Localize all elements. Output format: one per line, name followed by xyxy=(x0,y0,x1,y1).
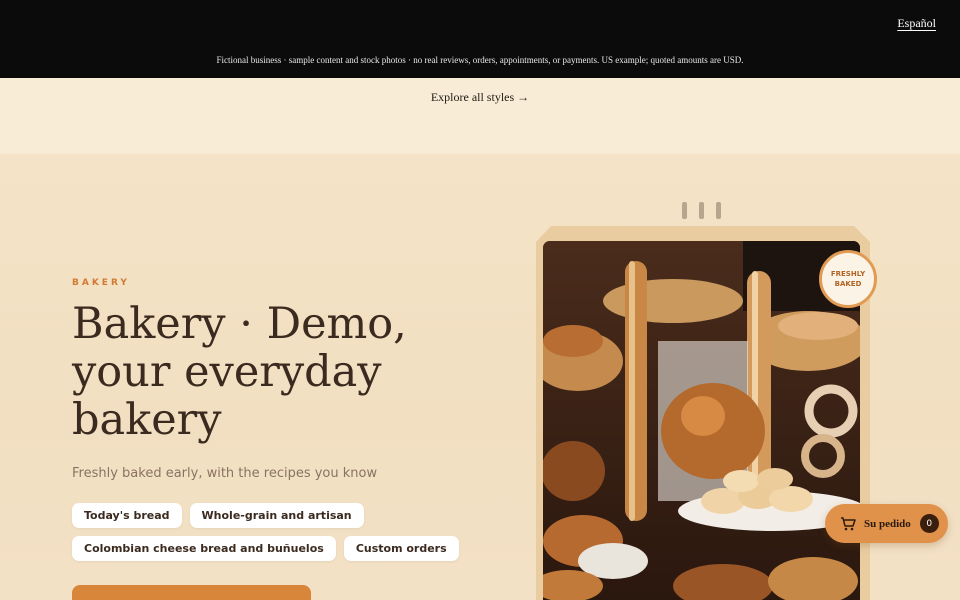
bakery-photo xyxy=(543,241,860,600)
hero-eyebrow: BAKERY xyxy=(72,278,130,288)
order-label: Su pedido xyxy=(864,517,911,530)
freshly-baked-badge: FRESHLY BAKED xyxy=(819,250,877,308)
top-bar: Español Fictional business · sample cont… xyxy=(0,0,960,78)
language-switch-link[interactable]: Español xyxy=(897,16,936,31)
chip-todays-bread[interactable]: Today's bread xyxy=(72,503,182,528)
primary-cta-button[interactable] xyxy=(72,585,311,600)
shelf-mark xyxy=(699,202,704,219)
shelf-decoration xyxy=(682,202,721,219)
category-chips: Today's bread Whole-grain and artisan Co… xyxy=(72,503,459,569)
badge-text: FRESHLY BAKED xyxy=(830,270,866,288)
order-count-badge: 0 xyxy=(919,514,939,533)
explore-all-styles-link[interactable]: Explore all styles → xyxy=(0,90,960,105)
shopping-cart-icon xyxy=(841,516,856,530)
hero-title: Bakery · Demo, your everyday bakery xyxy=(72,299,407,445)
explore-bar: Explore all styles → xyxy=(0,78,960,154)
shelf-mark xyxy=(682,202,687,219)
disclaimer-text: Fictional business · sample content and … xyxy=(216,55,744,65)
shelf-mark xyxy=(716,202,721,219)
hero-subtitle: Freshly baked early, with the recipes yo… xyxy=(72,466,378,481)
chip-custom-orders[interactable]: Custom orders xyxy=(343,536,459,561)
order-cart-button[interactable]: Su pedido 0 xyxy=(825,504,948,543)
chip-whole-grain[interactable]: Whole-grain and artisan xyxy=(189,503,364,528)
hero-section: BAKERY Bakery · Demo, your everyday bake… xyxy=(0,154,960,600)
chip-cheese-bread[interactable]: Colombian cheese bread and buñuelos xyxy=(72,536,336,561)
